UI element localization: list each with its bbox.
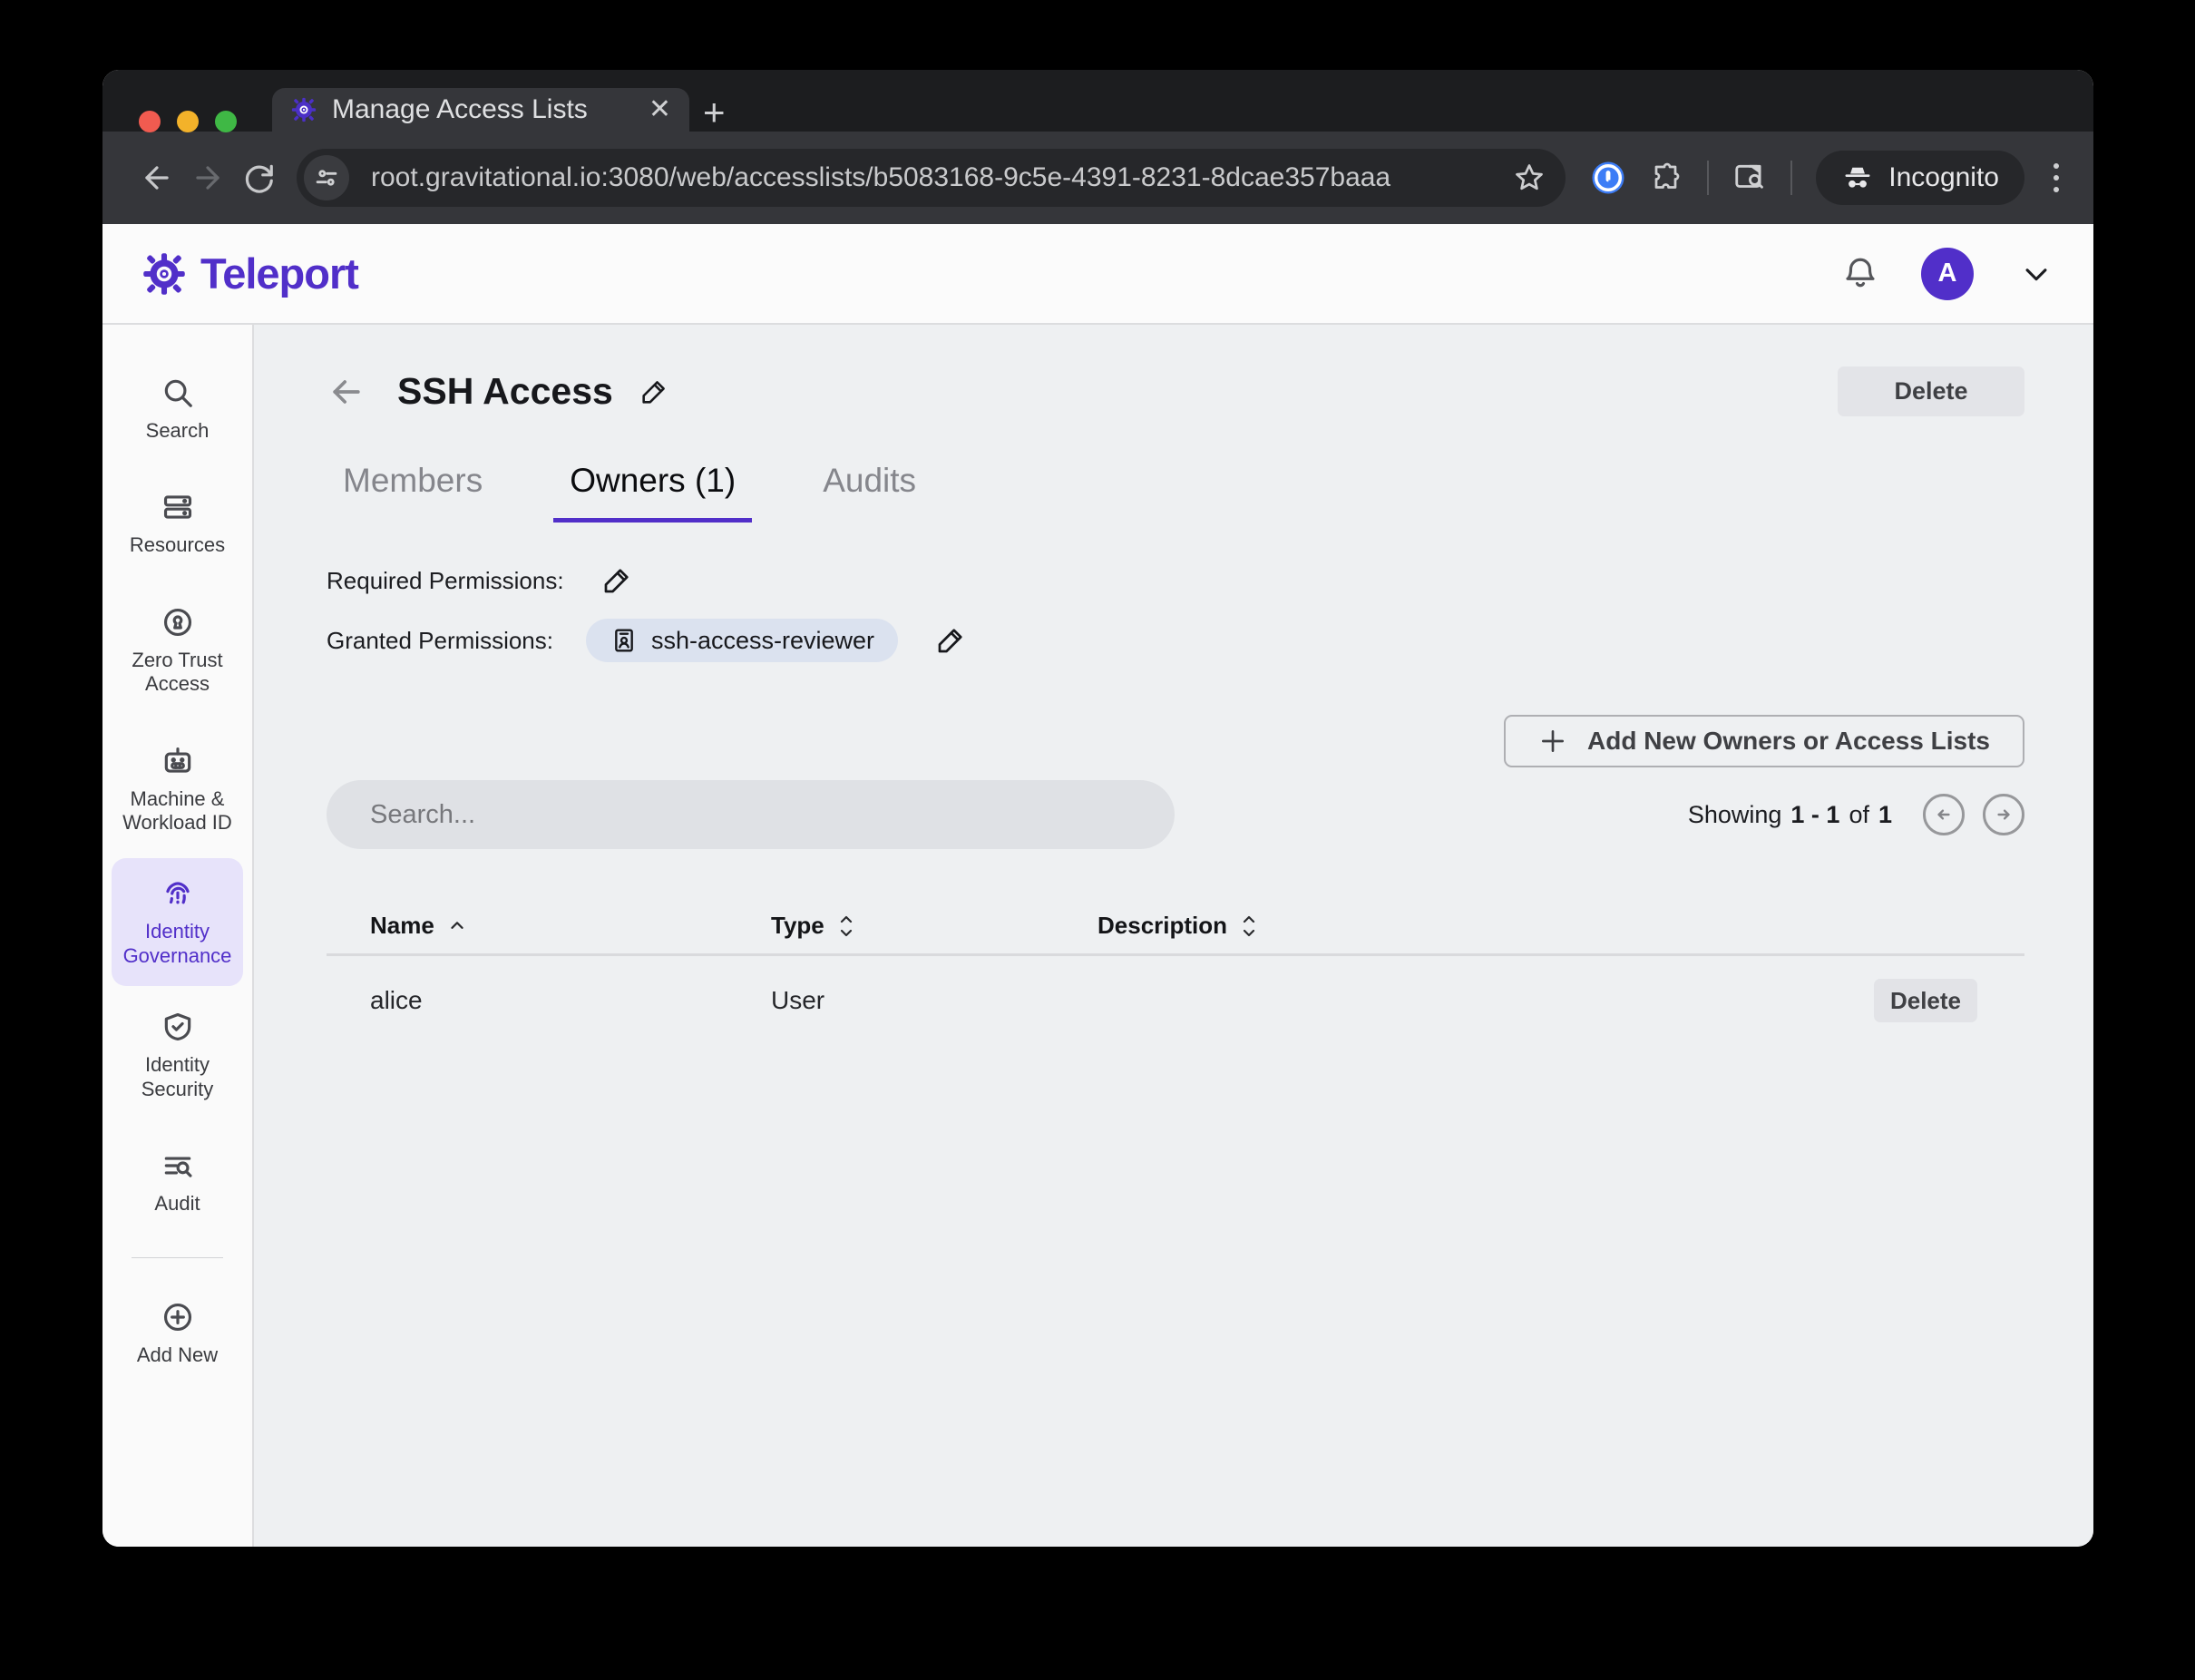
incognito-badge: Incognito bbox=[1816, 151, 2024, 205]
new-tab-button[interactable]: + bbox=[703, 93, 726, 132]
pagination-summary: Showing 1 - 1 of 1 bbox=[1688, 801, 1892, 829]
sidebar-item-search[interactable]: Search bbox=[102, 352, 252, 466]
toolbar-separator bbox=[1707, 161, 1709, 195]
close-window-button[interactable] bbox=[139, 111, 161, 132]
bookmark-star-icon[interactable] bbox=[1513, 161, 1546, 194]
toolbar-separator bbox=[1790, 161, 1792, 195]
url-bar[interactable]: root.gravitational.io:3080/web/accesslis… bbox=[297, 149, 1566, 207]
brand-name[interactable]: Teleport bbox=[200, 249, 358, 298]
edit-required-permissions-pencil-icon[interactable] bbox=[600, 564, 633, 597]
table-row: alice User Delete bbox=[327, 956, 2024, 1045]
chevron-down-icon[interactable] bbox=[2021, 259, 2052, 289]
password-manager-icon[interactable] bbox=[1589, 159, 1627, 197]
tab-audits[interactable]: Audits bbox=[806, 462, 932, 523]
owners-table: Name Type Description alice User bbox=[327, 898, 2024, 1045]
teleport-favicon-gear-icon bbox=[290, 96, 317, 123]
incognito-icon bbox=[1841, 161, 1874, 194]
teleport-logo-gear-icon[interactable] bbox=[141, 250, 188, 298]
incognito-label: Incognito bbox=[1888, 162, 1999, 193]
browser-menu-icon[interactable] bbox=[2048, 163, 2064, 192]
column-header-name[interactable]: Name bbox=[370, 912, 771, 940]
sort-both-icon bbox=[1240, 913, 1258, 939]
browser-window: Manage Access Lists ✕ + root.gravitation… bbox=[102, 70, 2093, 1547]
back-icon[interactable] bbox=[132, 152, 182, 203]
plus-icon bbox=[1538, 727, 1567, 756]
sidebar-item-machine-workload-id[interactable]: Machine & Workload ID bbox=[102, 720, 252, 859]
sort-both-icon bbox=[837, 913, 855, 939]
granted-chip-label: ssh-access-reviewer bbox=[651, 627, 874, 655]
sidebar-item-zero-trust-access[interactable]: Zero Trust Access bbox=[102, 581, 252, 720]
owner-name: alice bbox=[370, 986, 771, 1015]
browser-tabstrip: Manage Access Lists ✕ + bbox=[102, 70, 2093, 132]
granted-permissions-label: Granted Permissions: bbox=[327, 627, 553, 655]
browser-toolbar: root.gravitational.io:3080/web/accesslis… bbox=[102, 132, 2093, 224]
back-arrow-icon[interactable] bbox=[327, 372, 366, 412]
granted-permission-chip: ssh-access-reviewer bbox=[586, 619, 898, 662]
tab-search-icon[interactable] bbox=[1732, 161, 1767, 195]
sort-asc-icon bbox=[447, 916, 467, 936]
sidebar-item-identity-governance[interactable]: Identity Governance bbox=[112, 858, 243, 986]
page-title: SSH Access bbox=[397, 370, 613, 413]
column-header-type[interactable]: Type bbox=[771, 912, 1098, 940]
sidebar-item-audit[interactable]: Audit bbox=[102, 1125, 252, 1239]
required-permissions-label: Required Permissions: bbox=[327, 567, 564, 595]
site-settings-icon[interactable] bbox=[304, 155, 349, 200]
id-card-icon bbox=[610, 626, 639, 655]
main-content: SSH Access Delete Members Owners (1) Aud… bbox=[254, 325, 2093, 1547]
app-header: Teleport A bbox=[102, 224, 2093, 325]
zoom-window-button[interactable] bbox=[215, 111, 237, 132]
tab-close-icon[interactable]: ✕ bbox=[649, 96, 671, 123]
reload-icon[interactable] bbox=[233, 152, 284, 203]
sidebar-divider bbox=[132, 1257, 223, 1258]
tab-members[interactable]: Members bbox=[327, 462, 499, 523]
browser-tab[interactable]: Manage Access Lists ✕ bbox=[272, 88, 689, 132]
tab-owners[interactable]: Owners (1) bbox=[553, 462, 752, 523]
sidebar-item-add-new[interactable]: Add New bbox=[102, 1276, 252, 1391]
table-header: Name Type Description bbox=[327, 898, 2024, 956]
tabs: Members Owners (1) Audits bbox=[327, 462, 2024, 523]
search-input[interactable] bbox=[327, 780, 1175, 849]
edit-title-pencil-icon[interactable] bbox=[639, 376, 669, 407]
edit-granted-permissions-pencil-icon[interactable] bbox=[934, 624, 967, 657]
prev-page-icon[interactable] bbox=[1923, 794, 1965, 835]
user-avatar[interactable]: A bbox=[1921, 248, 1974, 300]
delete-access-list-button[interactable]: Delete bbox=[1838, 366, 2024, 416]
next-page-icon[interactable] bbox=[1983, 794, 2024, 835]
column-header-description[interactable]: Description bbox=[1098, 912, 1841, 940]
sidebar-item-identity-security[interactable]: Identity Security bbox=[102, 986, 252, 1125]
delete-owner-button[interactable]: Delete bbox=[1874, 979, 1977, 1022]
sidebar: Search Resources Zero Trust Access Machi… bbox=[102, 325, 254, 1547]
traffic-lights[interactable] bbox=[139, 111, 237, 132]
minimize-window-button[interactable] bbox=[177, 111, 199, 132]
sidebar-item-resources[interactable]: Resources bbox=[102, 466, 252, 581]
forward-icon[interactable] bbox=[182, 152, 233, 203]
owner-type: User bbox=[771, 986, 1098, 1015]
extensions-puzzle-icon[interactable] bbox=[1651, 161, 1683, 194]
tab-title: Manage Access Lists bbox=[332, 94, 634, 125]
add-new-owners-button[interactable]: Add New Owners or Access Lists bbox=[1504, 715, 2024, 767]
notifications-bell-icon[interactable] bbox=[1841, 255, 1879, 293]
url-text[interactable]: root.gravitational.io:3080/web/accesslis… bbox=[371, 162, 1513, 193]
